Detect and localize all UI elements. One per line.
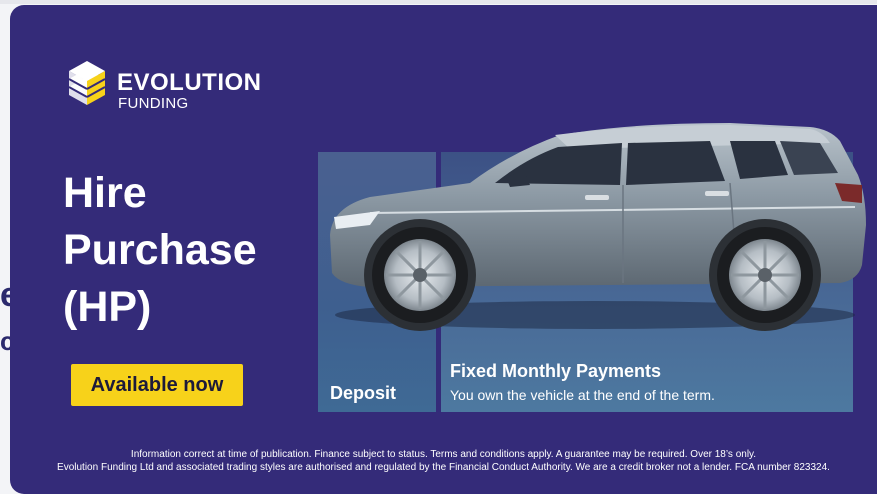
front-wheel	[372, 227, 468, 323]
monthly-payments-subtitle: You own the vehicle at the end of the te…	[450, 387, 715, 403]
advert-banner[interactable]: EVOLUTION FUNDING Hire Purchase (HP) Ava…	[10, 5, 877, 494]
headline-line-2: Purchase	[63, 226, 257, 274]
disclaimer-line-1: Information correct at time of publicati…	[130, 449, 757, 460]
legal-disclaimer: Information correct at time of publicati…	[10, 448, 877, 474]
logo-mark-icon	[68, 61, 106, 105]
suv-car-image	[330, 123, 866, 331]
headline: Hire Purchase (HP)	[63, 165, 323, 336]
disclaimer-line-2: Evolution Funding Ltd and associated tra…	[57, 462, 830, 473]
monthly-payments-title: Fixed Monthly Payments	[450, 361, 662, 381]
logo-word-evolution: EVOLUTION	[117, 69, 262, 96]
rear-wheel	[717, 227, 813, 323]
background-top-bar	[0, 0, 877, 4]
available-now-button[interactable]: Available now	[71, 364, 243, 406]
headline-line-1: Hire	[63, 169, 147, 217]
evolution-funding-logo: EVOLUTION FUNDING	[65, 59, 285, 119]
headline-line-3: (HP)	[63, 283, 152, 331]
deposit-label: Deposit	[330, 383, 397, 403]
logo-word-funding: FUNDING	[118, 95, 189, 112]
